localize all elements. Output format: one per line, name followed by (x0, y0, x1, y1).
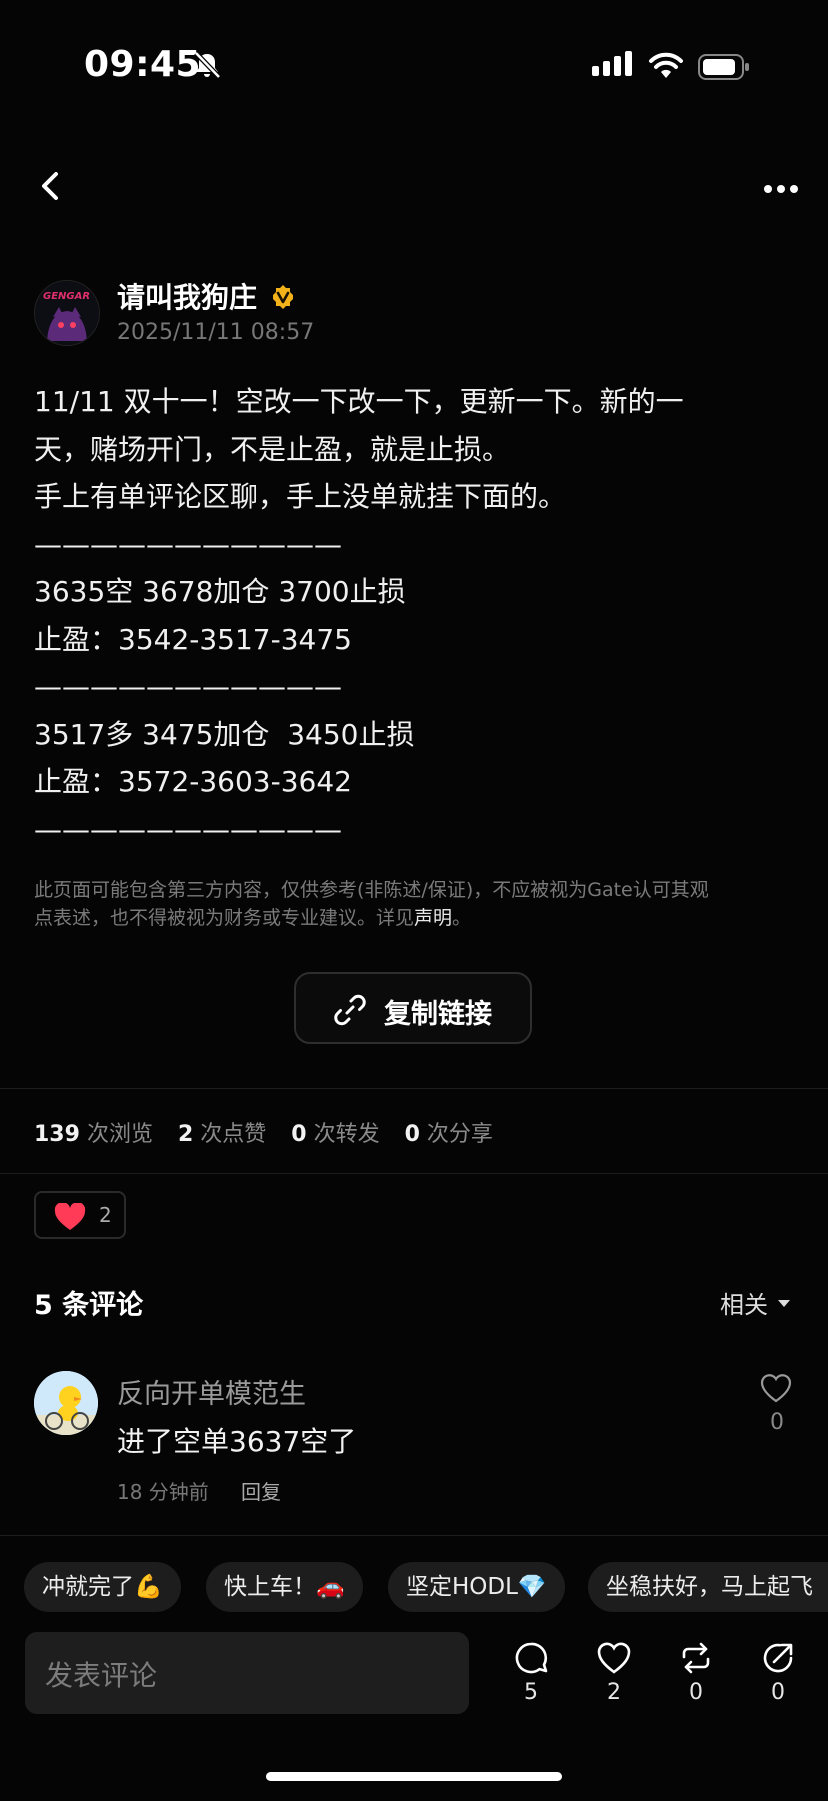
comment-reply-button[interactable]: 回复 (241, 1476, 281, 1505)
quick-reply-chip[interactable]: 坚定HODL💎 (388, 1562, 565, 1612)
post-line: ——————————— (34, 812, 342, 846)
more-options-icon[interactable] (764, 178, 803, 197)
disclaimer-line: 点表述，也不得被视为财务或专业建议。详见声明。 (34, 907, 472, 929)
wifi-icon (649, 52, 683, 78)
comment-action-count: 5 (524, 1680, 538, 1705)
repost-action-count: 0 (689, 1680, 703, 1705)
post-stats: 139 次浏览 2 次点赞 0 次转发 0 次分享 (34, 1122, 493, 1147)
comment-time: 18 分钟前 (117, 1480, 209, 1504)
home-indicator[interactable] (266, 1772, 562, 1781)
comment-action[interactable]: 5 (506, 1640, 556, 1705)
author-name[interactable]: 请叫我狗庄 (117, 276, 257, 316)
comments-sort-dropdown[interactable]: 相关 (720, 1285, 768, 1320)
author-avatar[interactable]: GENGAR (34, 280, 100, 346)
status-time: 09:45 (84, 44, 202, 85)
heart-filled-icon (54, 1203, 86, 1230)
battery-icon (698, 54, 749, 80)
like-action[interactable]: 2 (589, 1640, 639, 1705)
comment-like-icon[interactable] (760, 1373, 792, 1403)
like-action-count: 2 (607, 1680, 621, 1705)
comments-title: 5 条评论 (34, 1290, 144, 1321)
comment-username[interactable]: 反向开单模范生 (117, 1372, 306, 1411)
disclaimer-link[interactable]: 声明 (414, 907, 452, 929)
disclaimer: 此页面可能包含第三方内容，仅供参考(非陈述/保证)，不应被视为Gate认可其观 … (34, 876, 794, 932)
comment-input[interactable]: 发表评论 (25, 1632, 469, 1714)
quick-reply-chip[interactable]: 快上车！🚗 (206, 1562, 363, 1612)
divider (0, 1535, 828, 1536)
avatar-logo-text: GENGAR (43, 291, 91, 302)
share-icon (763, 1643, 793, 1673)
post-line: 手上有单评论区聊，手上没单就挂下面的。 (34, 480, 567, 513)
link-icon (334, 994, 366, 1026)
comment-text: 进了空单3637空了 (117, 1425, 357, 1458)
comment-bubble-icon (515, 1642, 548, 1674)
share-action-count: 0 (771, 1680, 785, 1705)
divider (0, 1088, 828, 1089)
heart-outline-icon (597, 1642, 631, 1674)
share-action[interactable]: 0 (753, 1640, 803, 1705)
post-body: 11/11 双十一！空改一下改一下，更新一下。新的一 天，赌场开门，不是止盈，就… (34, 378, 794, 853)
post-line: 3517多 3475加仓 3450止损 (34, 717, 415, 751)
post-date: 2025/11/11 08:57 (117, 320, 315, 345)
repost-icon (682, 1642, 710, 1674)
quick-reply-chip[interactable]: 冲就完了💪 (24, 1562, 181, 1612)
comment-avatar[interactable] (34, 1371, 98, 1435)
copy-link-label: 复制链接 (384, 999, 492, 1030)
comment-input-placeholder: 发表评论 (45, 1659, 158, 1692)
post-line: ——————————— (34, 527, 342, 561)
disclaimer-line: 此页面可能包含第三方内容，仅供参考(非陈述/保证)，不应被视为Gate认可其观 (34, 879, 709, 901)
post-line: 天，赌场开门，不是止盈，就是止损。 (34, 432, 511, 466)
post-line: 止盈：3572-3603-3642 (34, 765, 352, 798)
copy-link-button[interactable]: 复制链接 (294, 972, 532, 1044)
post-line: ——————————— (34, 670, 342, 703)
quick-reply-chip[interactable]: 坐稳扶好，马上起飞 (588, 1562, 828, 1612)
reaction-like-count: 2 (99, 1203, 112, 1227)
post-line: 11/11 双十一！空改一下改一下，更新一下。新的一 (34, 385, 684, 418)
comment-like-count: 0 (770, 1410, 784, 1435)
divider (0, 1173, 828, 1174)
bell-muted-icon (194, 51, 221, 79)
post-line: 止盈：3542-3517-3475 (34, 622, 352, 656)
post-line: 3635空 3678加仓 3700止损 (34, 575, 406, 608)
verified-badge-icon (273, 285, 293, 309)
reaction-like-chip[interactable]: 2 (34, 1191, 126, 1239)
caret-down-icon[interactable] (778, 1300, 790, 1307)
repost-action[interactable]: 0 (671, 1640, 721, 1705)
back-icon[interactable] (36, 168, 66, 204)
